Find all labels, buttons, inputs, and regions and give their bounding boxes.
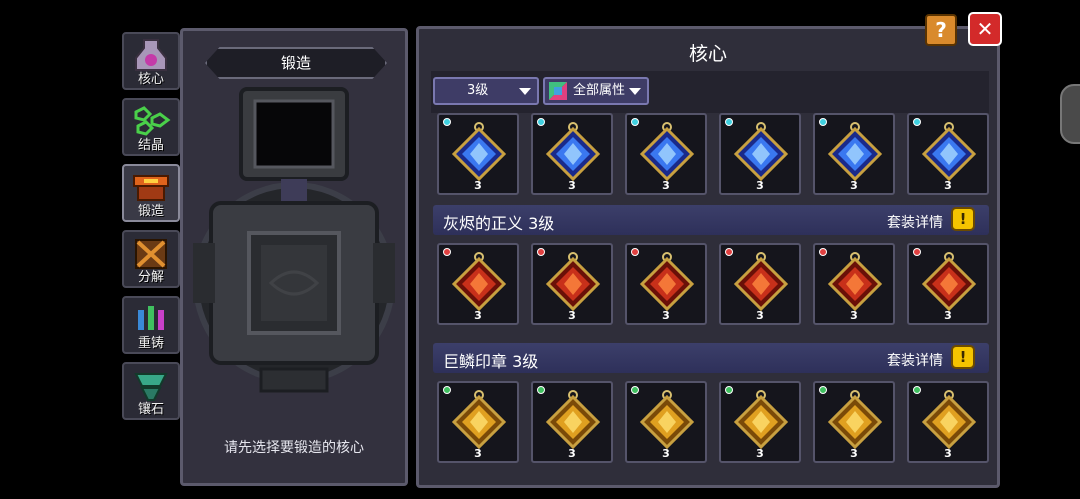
level-filter-dropdown[interactable]: 3级 xyxy=(433,77,539,105)
core-level-label: 3 xyxy=(944,179,952,192)
core-level-label: 3 xyxy=(568,309,576,322)
core-gem-icon xyxy=(733,122,789,182)
core-item-card[interactable]: 3 xyxy=(625,381,707,463)
core-item-card[interactable]: 3 xyxy=(907,243,989,325)
core-level-label: 3 xyxy=(756,309,764,322)
all-attributes-icon xyxy=(549,82,567,100)
core-item-card[interactable]: 3 xyxy=(437,243,519,325)
core-item-card[interactable]: 3 xyxy=(813,113,895,195)
core-level-label: 3 xyxy=(474,179,482,192)
core-gem-icon xyxy=(451,252,507,312)
core-panel: 核心 3级 全部属性 3 3 3 3 3 3 灰烬的正义 3级 套装详情! 3 3 3 3 3 3 巨鳞印章… xyxy=(416,26,1000,488)
tab-decompose-label: 分解 xyxy=(137,270,164,285)
tab-recast-label: 重铸 xyxy=(137,336,164,351)
core-gem-icon xyxy=(545,252,601,312)
core-level-label: 3 xyxy=(756,179,764,192)
core-item-card[interactable]: 3 xyxy=(625,243,707,325)
core-gem-icon xyxy=(639,252,695,312)
floating-assist-button[interactable] xyxy=(1060,84,1080,144)
core-item-card[interactable]: 3 xyxy=(437,113,519,195)
level-filter-value: 3级 xyxy=(467,83,489,98)
core-level-label: 3 xyxy=(662,309,670,322)
tab-forge-label: 锻造 xyxy=(137,204,164,219)
tab-core-label: 核心 xyxy=(137,72,164,87)
core-level-label: 3 xyxy=(474,447,482,460)
chevron-down-icon xyxy=(519,88,531,95)
core-gem-icon xyxy=(733,390,789,450)
core-gem-icon xyxy=(921,122,977,182)
core-item-card[interactable]: 3 xyxy=(719,381,801,463)
attr-filter-value: 全部属性 xyxy=(573,83,626,98)
core-item-card[interactable]: 3 xyxy=(719,113,801,195)
core-gem-icon xyxy=(827,390,883,450)
core-item-card[interactable]: 3 xyxy=(719,243,801,325)
core-gem-icon xyxy=(639,122,695,182)
core-level-label: 3 xyxy=(662,179,670,192)
core-level-label: 3 xyxy=(850,179,858,192)
core-level-label: 3 xyxy=(568,179,576,192)
set-title: 巨鳞印章 3级 xyxy=(443,352,539,371)
core-gem-icon xyxy=(545,390,601,450)
forge-title: 锻造 xyxy=(205,47,387,79)
forge-hint: 请先选择要锻造的核心 xyxy=(224,440,364,456)
core-level-label: 3 xyxy=(850,447,858,460)
tab-forge[interactable]: 锻造 xyxy=(122,164,180,222)
core-gem-icon xyxy=(545,122,601,182)
core-gem-icon xyxy=(639,390,695,450)
core-level-label: 3 xyxy=(568,447,576,460)
core-item-card[interactable]: 3 xyxy=(907,381,989,463)
set-info-icon[interactable]: ! xyxy=(951,345,975,369)
tab-inlay-label: 镶石 xyxy=(137,402,164,417)
core-level-label: 3 xyxy=(474,309,482,322)
set-info-icon[interactable]: ! xyxy=(951,207,975,231)
core-item-card[interactable]: 3 xyxy=(437,381,519,463)
set-details-link[interactable]: 套装详情 xyxy=(887,212,943,232)
core-gem-icon xyxy=(921,252,977,312)
core-gem-icon xyxy=(451,122,507,182)
core-level-label: 3 xyxy=(756,447,764,460)
forge-panel: 锻造 请先选择要锻造的核心 xyxy=(180,28,408,486)
core-level-label: 3 xyxy=(662,447,670,460)
tab-inlay[interactable]: 镶石 xyxy=(122,362,180,420)
tab-crystal[interactable]: 结晶 xyxy=(122,98,180,156)
set-section-header: 灰烬的正义 3级 套装详情! xyxy=(433,205,989,235)
core-item-card[interactable]: 3 xyxy=(531,243,613,325)
chevron-down-icon xyxy=(629,88,641,95)
core-item-card[interactable]: 3 xyxy=(531,113,613,195)
core-item-card[interactable]: 3 xyxy=(813,243,895,325)
set-title: 灰烬的正义 3级 xyxy=(443,214,555,233)
close-button[interactable]: ✕ xyxy=(968,12,1002,46)
help-button[interactable]: ? xyxy=(925,14,957,46)
core-item-card[interactable]: 3 xyxy=(907,113,989,195)
core-level-label: 3 xyxy=(944,447,952,460)
core-gem-icon xyxy=(733,252,789,312)
core-gem-icon xyxy=(827,252,883,312)
tab-recast[interactable]: 重铸 xyxy=(122,296,180,354)
core-item-card[interactable]: 3 xyxy=(531,381,613,463)
core-level-label: 3 xyxy=(944,309,952,322)
core-gem-icon xyxy=(451,390,507,450)
core-title: 核心 xyxy=(688,43,727,65)
set-details-link[interactable]: 套装详情 xyxy=(887,350,943,370)
core-item-card[interactable]: 3 xyxy=(813,381,895,463)
core-level-label: 3 xyxy=(850,309,858,322)
core-gem-icon xyxy=(827,122,883,182)
forge-machine-art xyxy=(193,87,395,393)
core-gem-icon xyxy=(921,390,977,450)
tab-crystal-label: 结晶 xyxy=(137,138,164,153)
tab-core[interactable]: 核心 xyxy=(122,32,180,90)
core-item-card[interactable]: 3 xyxy=(625,113,707,195)
set-section-header: 巨鳞印章 3级 套装详情! xyxy=(433,343,989,373)
attr-filter-dropdown[interactable]: 全部属性 xyxy=(543,77,649,105)
tab-decompose[interactable]: 分解 xyxy=(122,230,180,288)
